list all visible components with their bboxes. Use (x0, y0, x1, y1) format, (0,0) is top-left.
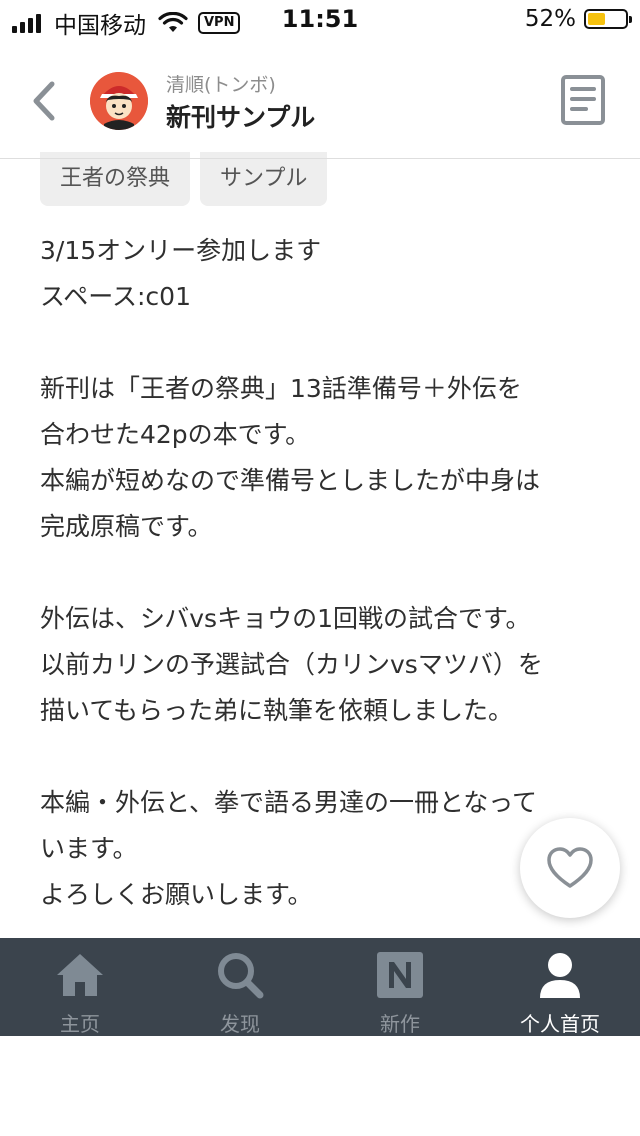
document-icon[interactable] (560, 74, 606, 126)
battery-fill (588, 13, 605, 25)
status-right: 52% (524, 6, 632, 32)
new-work-icon (377, 952, 423, 998)
heart-icon (547, 847, 593, 888)
body-line: 描いてもらった弟に執筆を依頼しました。 (40, 696, 514, 725)
body-line: 以前カリンの予選試合（カリンvsマツバ）を (40, 650, 543, 679)
author-name[interactable]: 清順(トンボ) (166, 70, 276, 97)
body-line: 外伝は、シバvsキョウの1回戦の試合です。 (40, 604, 531, 633)
tab-home[interactable]: 主页 (0, 938, 160, 1036)
tab-profile[interactable]: 个人首页 (480, 938, 640, 1036)
body-line: スペース:c01 (40, 282, 191, 311)
body-line: 新刊は「王者の祭典」13話準備号＋外伝を (40, 374, 522, 403)
page-title: 新刊サンプル (166, 103, 316, 132)
user-icon (540, 953, 580, 998)
post-body: 3/15オンリー参加します スペース:c01 新刊は「王者の祭典」13話準備号＋外伝… (40, 228, 610, 918)
tag-list: 王者の祭典 サンプル (40, 152, 337, 206)
avatar-image (90, 72, 148, 130)
like-button[interactable] (520, 818, 620, 918)
avatar[interactable] (90, 72, 148, 130)
tab-label: 个人首页 (520, 1012, 600, 1036)
battery-percent: 52% (524, 6, 576, 32)
tab-label: 主页 (60, 1012, 100, 1036)
body-line: 合わせた42pの本です。 (40, 420, 311, 449)
tab-label: 发现 (220, 1012, 260, 1036)
header-divider (0, 158, 640, 159)
body-line: 3/15オンリー参加します (40, 236, 322, 265)
tag[interactable]: 王者の祭典 (40, 152, 191, 206)
body-line: 完成原稿です。 (40, 512, 213, 541)
header: 清順(トンボ) 新刊サンプル (0, 52, 640, 158)
status-bar: 中国移动 VPN 11:51 52% (0, 0, 640, 40)
battery-icon (584, 9, 632, 29)
tab-new-works[interactable]: 新作 (320, 938, 480, 1036)
body-line: 本編・外伝と、拳で語る男達の一冊となって (40, 788, 538, 817)
chevron-left-icon[interactable] (26, 78, 60, 124)
body-line: 本編が短めなので準備号としましたが中身は (40, 466, 541, 495)
tab-label: 新作 (380, 1012, 420, 1036)
tab-bar: 主页 发现 新作 个人首页 (0, 938, 640, 1036)
page: 中国移动 VPN 11:51 52% 清順(トンボ) 新刊サンプル 王者の祭典 … (0, 0, 640, 1136)
home-icon (57, 954, 103, 996)
tab-discover[interactable]: 发现 (160, 938, 320, 1036)
tag[interactable]: サンプル (200, 152, 328, 206)
search-icon (218, 953, 264, 999)
